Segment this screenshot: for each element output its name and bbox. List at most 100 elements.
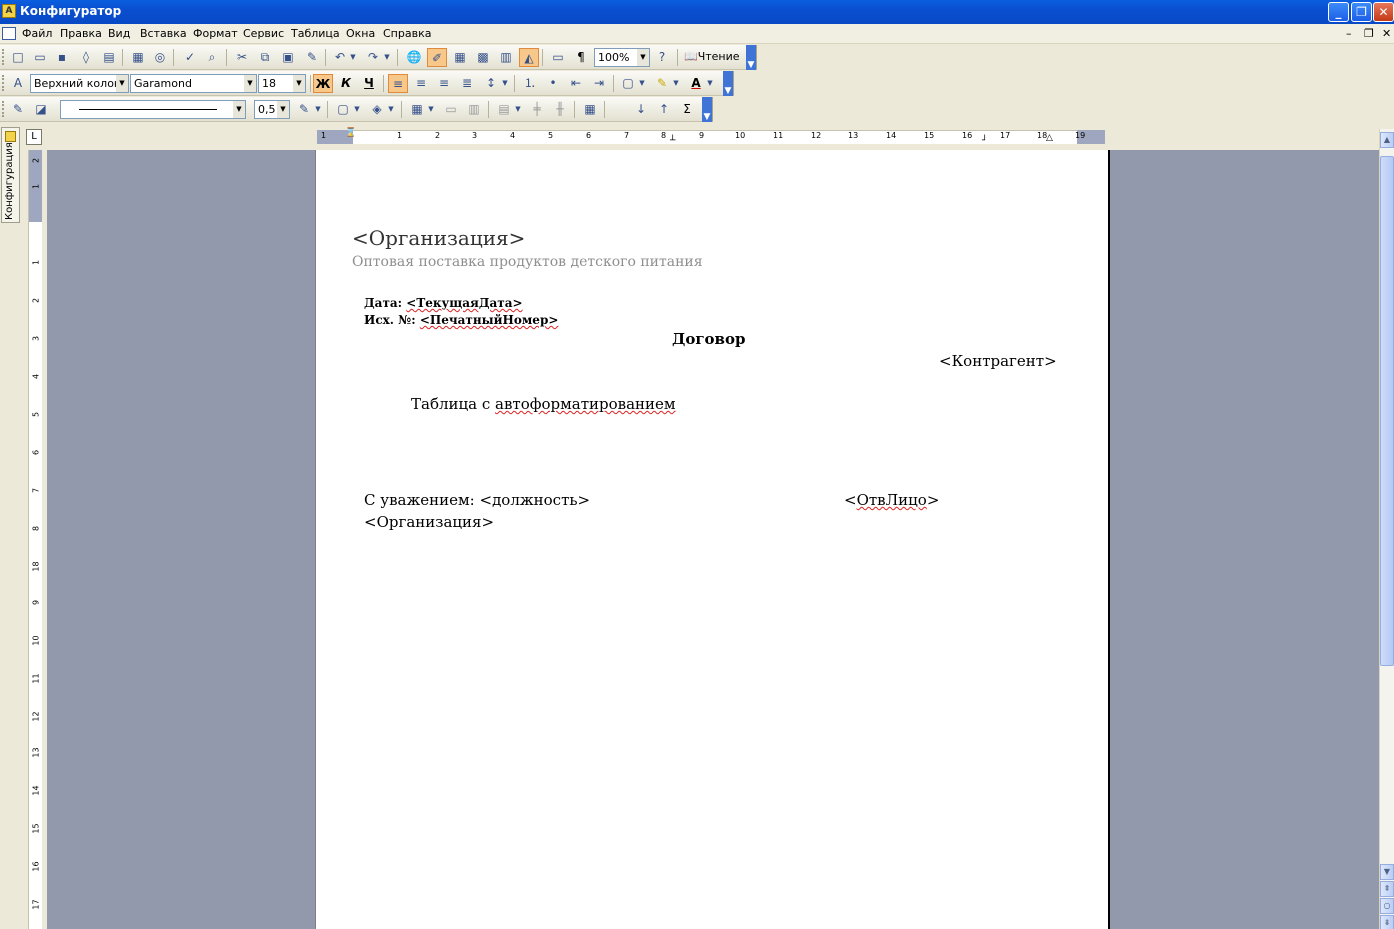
autosum-icon[interactable]: Σ (677, 100, 697, 119)
line-spacing-dropdown-icon[interactable]: ▼ (500, 74, 510, 93)
styles-icon[interactable]: A (8, 74, 28, 93)
toolbar-options-icon[interactable]: ▼ (746, 45, 756, 70)
document-map-icon[interactable]: ▭ (548, 48, 568, 67)
sort-ascending-icon[interactable]: ↓ (631, 100, 651, 119)
toolbar-grip[interactable] (2, 101, 5, 117)
border-color-dropdown-icon[interactable]: ▼ (313, 100, 323, 119)
insert-table-icon[interactable]: ▦ (450, 48, 470, 67)
maximize-button[interactable]: ❐ (1351, 2, 1372, 22)
menu-windows[interactable]: Окна (346, 27, 375, 40)
scroll-up-icon[interactable]: ▲ (1380, 132, 1394, 148)
chevron-down-icon[interactable]: ▼ (637, 49, 649, 66)
print-icon[interactable]: ▦ (128, 48, 148, 67)
spelling-icon[interactable]: ✓ (180, 48, 200, 67)
chevron-down-icon[interactable]: ▼ (293, 75, 305, 92)
save-icon[interactable]: ▪ (52, 48, 72, 67)
permission-icon[interactable]: ◊ (76, 48, 96, 67)
redo-dropdown-icon[interactable]: ▼ (382, 48, 392, 67)
font-combo[interactable]: Garamond ▼ (130, 74, 257, 93)
split-cells-icon[interactable]: ▥ (464, 100, 484, 119)
align-right-icon[interactable]: ≡ (434, 74, 454, 93)
date-line[interactable]: Дата: <ТекущаяДата> (364, 296, 523, 310)
insert-excel-icon[interactable]: ▩ (473, 48, 493, 67)
distribute-columns-icon[interactable]: ╫ (550, 100, 570, 119)
help-icon[interactable]: ? (652, 48, 672, 67)
undo-dropdown-icon[interactable]: ▼ (348, 48, 358, 67)
open-folder-icon[interactable]: ▭ (30, 48, 50, 67)
menu-table[interactable]: Таблица (291, 27, 340, 40)
tab-stop-marker-right[interactable]: ┘ (982, 136, 987, 146)
vertical-scrollbar[interactable]: ▲ ▼ ⇞ ○ ⇟ (1379, 129, 1394, 929)
document-icon[interactable] (2, 27, 16, 40)
org-subtitle[interactable]: Оптовая поставка продуктов детского пита… (352, 254, 703, 270)
font-size-combo[interactable]: 18 ▼ (258, 74, 306, 93)
browse-object-icon[interactable]: ○ (1380, 898, 1394, 914)
highlight-dropdown-icon[interactable]: ▼ (671, 74, 681, 93)
mdi-close-button[interactable]: ✕ (1382, 27, 1391, 40)
justify-icon[interactable]: ≣ (457, 74, 477, 93)
menu-format[interactable]: Формат (193, 27, 238, 40)
minimize-button[interactable]: _ (1328, 2, 1349, 22)
eraser-icon[interactable]: ◪ (31, 100, 51, 119)
responsible-person-field[interactable]: <ОтвЛицо> (844, 491, 939, 509)
chevron-down-icon[interactable]: ▼ (277, 101, 289, 118)
menu-tools[interactable]: Сервис (243, 27, 284, 40)
border-dropdown-icon[interactable]: ▼ (637, 74, 647, 93)
line-width-combo[interactable]: 0,5 ▼ (254, 100, 290, 119)
chevron-down-icon[interactable]: ▼ (233, 101, 245, 118)
align-center-icon[interactable]: ≡ (411, 74, 431, 93)
line-spacing-icon[interactable]: ↕ (481, 74, 501, 93)
tables-borders-icon[interactable]: ✐ (427, 48, 447, 67)
align-cell-icon[interactable]: ▤ (494, 100, 514, 119)
copy-icon[interactable]: ⧉ (255, 48, 275, 67)
menu-insert[interactable]: Вставка (140, 27, 187, 40)
previous-page-icon[interactable]: ⇞ (1380, 881, 1394, 897)
menu-file[interactable]: Файл (22, 27, 52, 40)
tab-selector[interactable]: L (26, 129, 42, 145)
show-hide-icon[interactable]: ¶ (571, 48, 591, 67)
horizontal-ruler[interactable]: 1 1 2 3 4 5 6 7 8 9 10 11 12 13 14 15 16… (47, 129, 1379, 146)
format-painter-icon[interactable]: ✎ (302, 48, 322, 67)
menu-help[interactable]: Справка (383, 27, 431, 40)
paste-icon[interactable]: ▣ (278, 48, 298, 67)
preview-icon[interactable]: ◎ (150, 48, 170, 67)
border-color-icon[interactable]: ✎ (294, 100, 314, 119)
research-icon[interactable]: ⌕ (202, 48, 222, 67)
document-page[interactable]: <Организация> Оптовая поставка продуктов… (315, 150, 1110, 929)
cut-icon[interactable]: ✂ (232, 48, 252, 67)
new-doc-icon[interactable]: □ (8, 48, 28, 67)
italic-button[interactable]: К (336, 74, 356, 93)
configuration-tab[interactable]: Конфигурация (1, 127, 20, 223)
underline-button[interactable]: Ч (359, 74, 379, 93)
bold-button[interactable]: Ж (313, 74, 333, 93)
autoformat-table-text[interactable]: Таблица с автоформатированием (411, 395, 676, 413)
increase-indent-icon[interactable]: ⇥ (589, 74, 609, 93)
next-page-icon[interactable]: ⇟ (1380, 915, 1394, 929)
print-preview-icon[interactable]: ▤ (99, 48, 119, 67)
decrease-indent-icon[interactable]: ⇤ (566, 74, 586, 93)
close-button[interactable]: ✕ (1373, 2, 1394, 22)
shading-dropdown-icon[interactable]: ▼ (386, 100, 396, 119)
scroll-down-icon[interactable]: ▼ (1380, 864, 1394, 880)
scroll-thumb[interactable] (1380, 156, 1394, 666)
outside-border-icon[interactable]: ▢ (333, 100, 353, 119)
regards-line[interactable]: С уважением: <должность> (364, 491, 590, 509)
columns-icon[interactable]: ▥ (496, 48, 516, 67)
counterparty-field[interactable]: <Контрагент> (939, 352, 1057, 370)
font-color-icon[interactable]: A (686, 74, 706, 93)
toolbar-grip[interactable] (2, 49, 5, 65)
chevron-down-icon[interactable]: ▼ (116, 75, 128, 92)
line-style-combo[interactable]: ▼ (60, 100, 246, 119)
style-combo[interactable]: Верхний колонт ▼ (30, 74, 129, 93)
org-footer[interactable]: <Организация> (364, 513, 494, 531)
tab-stop-marker[interactable]: ┴ (670, 136, 675, 146)
drawing-icon[interactable]: ◭ (519, 48, 539, 67)
toolbar-options-icon[interactable]: ▼ (702, 97, 712, 122)
shading-icon[interactable]: ◈ (367, 100, 387, 119)
org-header[interactable]: <Организация> (352, 226, 525, 250)
font-color-dropdown-icon[interactable]: ▼ (705, 74, 715, 93)
draw-table-icon[interactable]: ✎ (8, 100, 28, 119)
toolbar-options-icon[interactable]: ▼ (723, 71, 733, 96)
undo-icon[interactable]: ↶ (330, 48, 350, 67)
indent-marker[interactable]: ⌛ (345, 129, 356, 146)
